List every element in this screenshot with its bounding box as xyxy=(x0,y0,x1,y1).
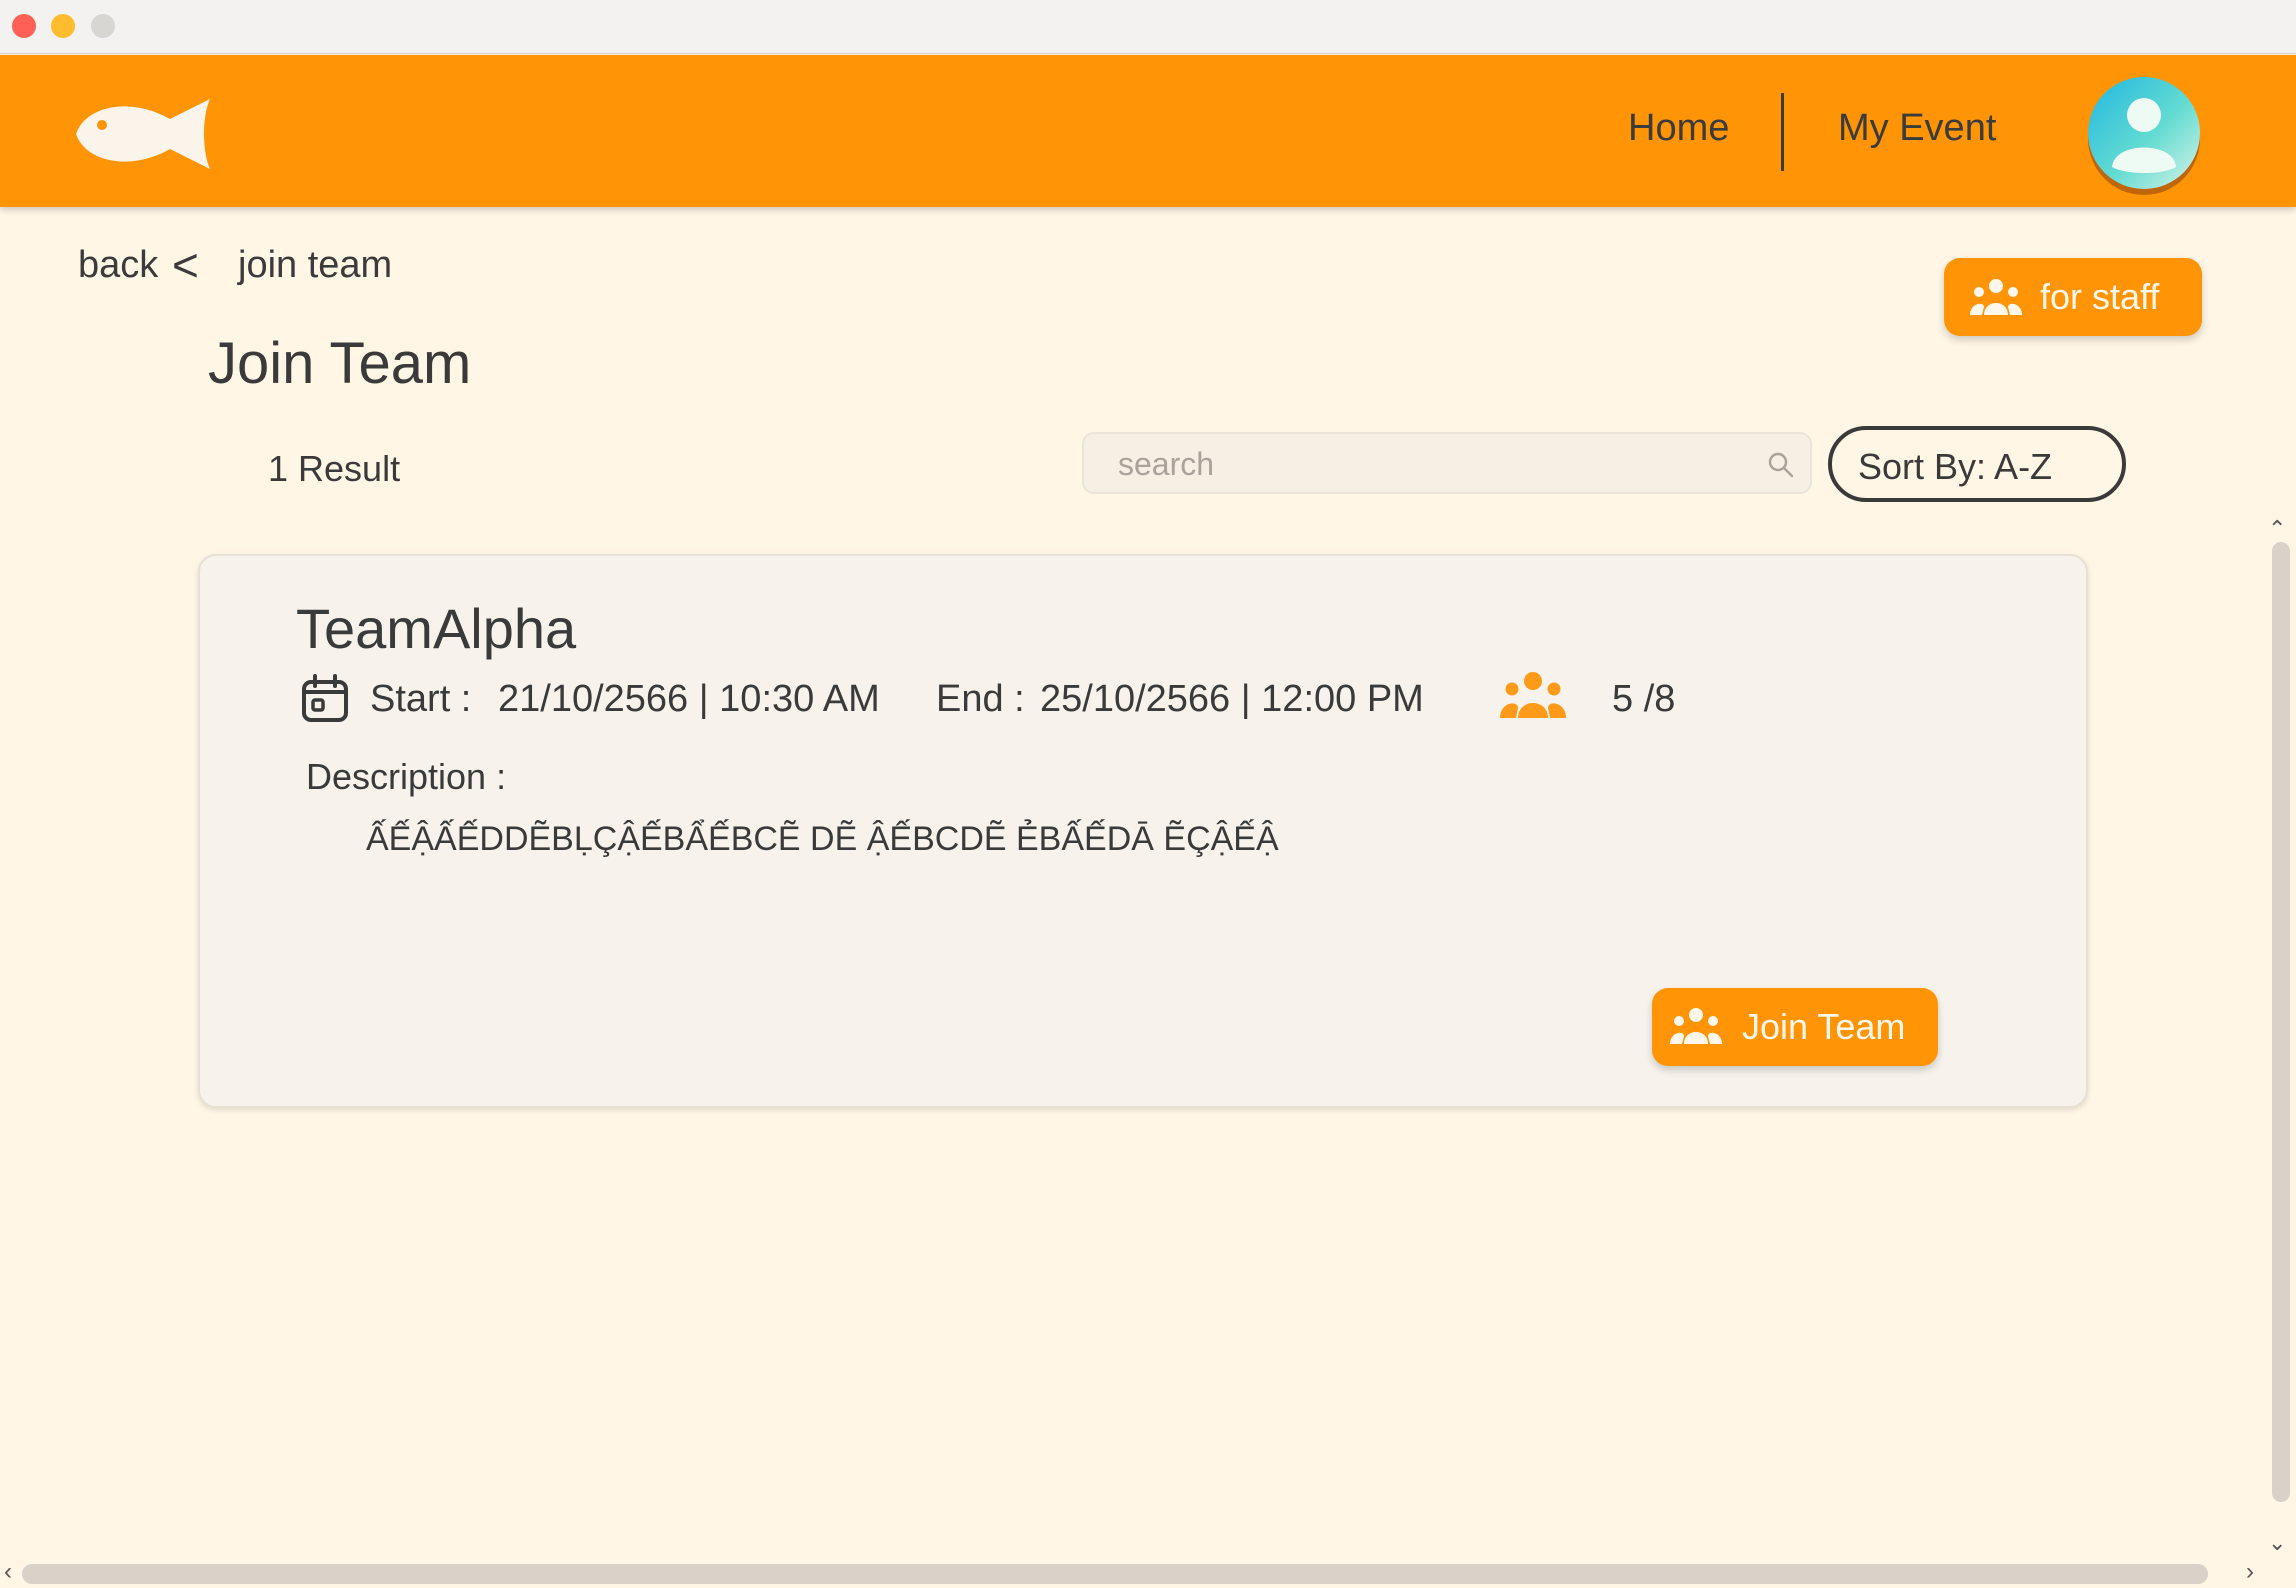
search-box[interactable] xyxy=(1082,432,1812,494)
app-header: Home My Event xyxy=(0,55,2296,207)
window-minimize-button[interactable] xyxy=(51,14,75,38)
for-staff-label: for staff xyxy=(2040,276,2160,317)
end-datetime: 25/10/2566 | 12:00 PM xyxy=(1040,678,1424,720)
result-count: 1 Result xyxy=(268,448,401,489)
description-text: ẤẾẬẤẾDDẼBḶÇẬẾBẨẾBCẼ DẼ ẬẾBCDẼ ẺBẤẾDĀ ẼÇẬ… xyxy=(366,820,1279,858)
join-team-button[interactable]: Join Team xyxy=(1652,988,1938,1066)
scroll-down-arrow-icon[interactable]: ⌄ xyxy=(2268,1530,2286,1556)
start-label: Start : xyxy=(370,678,472,720)
breadcrumb-separator: < xyxy=(172,239,199,291)
breadcrumb-current: join team xyxy=(238,244,393,286)
search-icon[interactable] xyxy=(1766,450,1796,480)
description-label: Description : xyxy=(306,756,507,797)
sort-label: Sort By: A-Z xyxy=(1858,446,2053,487)
search-input[interactable] xyxy=(1118,444,1718,484)
member-count: 5 /8 xyxy=(1612,678,1676,720)
scroll-left-arrow-icon[interactable]: ‹ xyxy=(4,1558,12,1586)
members-icon xyxy=(1500,672,1566,718)
nav-my-event-link[interactable]: My Event xyxy=(1838,107,1996,150)
page-title: Join Team xyxy=(208,331,472,396)
team-name: TeamAlpha xyxy=(296,597,577,660)
vertical-scrollbar[interactable] xyxy=(2272,542,2290,1502)
team-card: TeamAlpha Start : 21/10/2566 | 10:30 AM … xyxy=(198,554,2088,1108)
sort-button[interactable]: Sort By: A-Z xyxy=(1828,426,2126,502)
group-icon xyxy=(1970,279,2022,315)
window-maximize-button[interactable] xyxy=(91,14,115,38)
end-label: End : xyxy=(936,678,1025,720)
window-close-button[interactable] xyxy=(12,14,36,38)
group-icon xyxy=(1670,1008,1722,1044)
nav-divider xyxy=(1781,93,1784,171)
fish-logo-icon[interactable] xyxy=(72,95,218,173)
window-titlebar xyxy=(0,0,2296,54)
scroll-up-arrow-icon[interactable]: ⌃ xyxy=(2268,516,2286,542)
join-team-label: Join Team xyxy=(1742,1006,1906,1047)
start-datetime: 21/10/2566 | 10:30 AM xyxy=(498,678,880,720)
nav-home-link[interactable]: Home xyxy=(1628,107,1729,150)
user-avatar[interactable] xyxy=(2084,75,2204,195)
calendar-icon xyxy=(302,674,348,722)
scroll-right-arrow-icon[interactable]: › xyxy=(2246,1558,2254,1586)
for-staff-button[interactable]: for staff xyxy=(1944,258,2202,336)
horizontal-scrollbar[interactable] xyxy=(22,1564,2208,1584)
breadcrumb-back-link[interactable]: back xyxy=(78,244,158,287)
